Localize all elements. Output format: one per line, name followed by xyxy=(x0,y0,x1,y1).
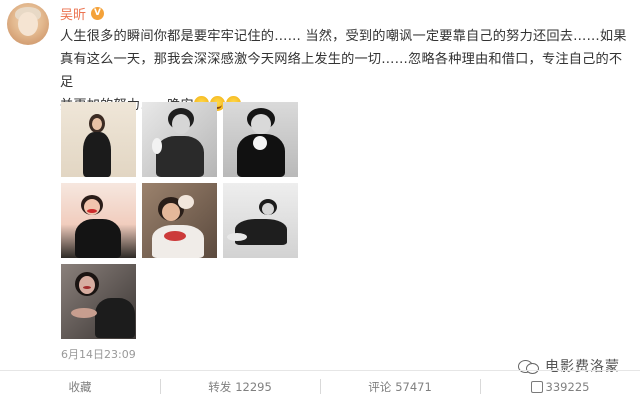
favorite-button[interactable]: 收藏 xyxy=(0,371,160,402)
photo-thumb-7[interactable] xyxy=(61,264,136,339)
comment-count: 57471 xyxy=(395,379,432,394)
action-bar: 收藏 转发 12295 评论 57471 339225 xyxy=(0,371,640,402)
post-text-line-1: 人生很多的瞬间你都是要牢牢记住的…… 当然，受到的嘲讽一定要靠自己的努力还回去…… xyxy=(60,29,627,44)
author-name[interactable]: 吴昕 xyxy=(60,4,86,23)
favorite-label: 收藏 xyxy=(68,379,92,394)
comment-button[interactable]: 评论 57471 xyxy=(320,371,480,402)
post-timestamp[interactable]: 6月14日23:09 xyxy=(61,346,136,362)
like-button[interactable]: 339225 xyxy=(480,371,640,402)
photo-thumb-4[interactable] xyxy=(61,183,136,258)
photo-thumb-2[interactable] xyxy=(142,102,217,177)
comment-label: 评论 xyxy=(368,379,392,394)
avatar-face xyxy=(18,12,38,36)
author-row: 吴昕 V xyxy=(60,4,105,23)
repost-count: 12295 xyxy=(235,379,272,394)
repost-label: 转发 xyxy=(208,379,232,394)
post-text-line-2: 真有这么一天，那我会深深感激今天网络上发生的一切……忽略各种理由和借口，专注自己… xyxy=(60,52,623,90)
avatar[interactable] xyxy=(7,3,49,45)
thumbs-up-icon xyxy=(530,380,543,393)
like-count: 339225 xyxy=(545,379,590,394)
photo-thumb-1[interactable] xyxy=(61,102,136,177)
photo-thumb-3[interactable] xyxy=(223,102,298,177)
photo-thumb-5[interactable] xyxy=(142,183,217,258)
weibo-post: 吴昕 V 人生很多的瞬间你都是要牢牢记住的…… 当然，受到的嘲讽一定要靠自己的努… xyxy=(0,0,640,402)
photo-thumb-6[interactable] xyxy=(223,183,298,258)
repost-button[interactable]: 转发 12295 xyxy=(160,371,320,402)
verified-badge-icon: V xyxy=(91,7,105,20)
